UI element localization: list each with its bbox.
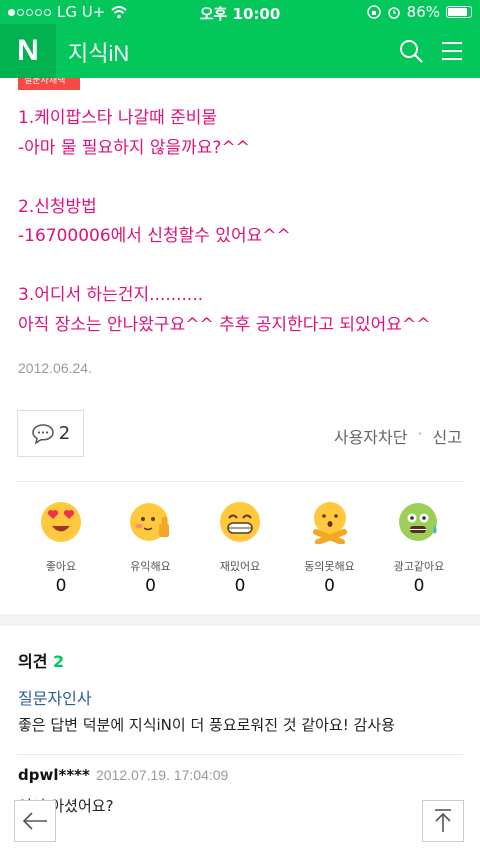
answer-line: 3.어디서 하는건지.......... <box>18 285 204 305</box>
status-bar: LG U+ 오후 10:00 86% <box>0 0 480 24</box>
battery-percent: 86% <box>406 3 440 21</box>
arrow-left-icon <box>22 812 47 830</box>
reaction-fun[interactable]: 재밌어요 0 <box>204 500 276 596</box>
action-separator: · <box>417 424 423 443</box>
reaction-count: 0 <box>324 576 335 596</box>
answer-line: 2.신청방법 <box>18 196 97 217</box>
back-button[interactable] <box>14 800 56 842</box>
answer-line: -16700006에서 신청할수 있어요^^ <box>18 226 291 246</box>
reaction-disagree[interactable]: 동의못해요 0 <box>294 500 366 596</box>
reaction-label: 유익해요 <box>130 560 171 573</box>
reaction-ad[interactable]: 광고같아요 0 <box>383 500 455 596</box>
block-user-link[interactable]: 사용자차단 <box>334 424 408 448</box>
thumbs-up-icon <box>129 503 169 541</box>
comment-timestamp: 2012.07.19. 17:04:09 <box>96 767 229 783</box>
answer-date: 2012.06.24. <box>18 360 92 376</box>
grin-icon <box>220 502 260 542</box>
reaction-count: 0 <box>234 576 246 596</box>
opinion-author[interactable]: 질문자인사 <box>18 685 92 709</box>
reaction-bar: 좋아요 0 유익해요 0 재밌어요 0 동의못해요 0 광고같아요 0 <box>17 500 463 596</box>
answer-body: 1.케이팝스타 나갈때 준비물 -아마 물 필요하지 않을까요?^^ 2.신청방… <box>18 104 468 340</box>
answer-line <box>18 163 468 193</box>
answer-line: 1.케이팝스타 나갈때 준비물 <box>18 108 218 128</box>
divider <box>17 481 463 482</box>
comment-button[interactable]: 2 <box>17 410 84 457</box>
speech-bubble-icon <box>32 423 54 445</box>
comment-author[interactable]: dpwl**** <box>18 766 90 784</box>
reaction-count: 0 <box>145 576 156 596</box>
reaction-count: 0 <box>55 576 67 596</box>
alarm-icon <box>387 7 400 19</box>
rotation-lock-icon <box>366 5 381 19</box>
answer-line <box>18 252 468 282</box>
answer-line: -아마 물 필요하지 않을까요?^^ <box>18 137 250 158</box>
scroll-to-top-icon <box>435 809 451 832</box>
reaction-label: 재밌어요 <box>219 560 261 573</box>
sick-face-icon <box>399 503 437 541</box>
report-link[interactable]: 신고 <box>433 424 462 448</box>
opinions-heading: 의견 2 <box>18 648 64 672</box>
opinions-title: 의견 <box>18 652 48 671</box>
scroll-top-button[interactable] <box>422 800 464 842</box>
answer-actions: 사용자차단 · 신고 <box>334 424 462 448</box>
reaction-label: 동의못해요 <box>304 560 355 573</box>
reaction-label: 광고같아요 <box>393 560 445 573</box>
answer-line: 아직 장소는 안나왔구요^^ 추후 공지한다고 되있어요^^ <box>18 314 431 335</box>
reaction-like[interactable]: 좋아요 0 <box>25 500 97 596</box>
opinions-count: 2 <box>53 652 65 671</box>
search-icon[interactable] <box>398 38 424 64</box>
opinion-text: 좋은 답변 덕분에 지식iN이 더 풍요로워진 것 같아요! 감사용 <box>18 716 395 734</box>
selected-answer-badge: 질문자채택 <box>18 78 80 90</box>
page-title[interactable]: 지식iN <box>68 36 129 68</box>
comment-count: 2 <box>58 423 71 444</box>
heart-eyes-icon <box>41 502 81 542</box>
status-right: 86% <box>366 3 472 21</box>
battery-icon <box>446 6 472 18</box>
reaction-count: 0 <box>413 576 425 596</box>
arms-crossed-icon <box>312 502 347 545</box>
reaction-label: 좋아요 <box>45 560 77 573</box>
section-separator <box>0 614 480 626</box>
naver-logo[interactable]: N <box>0 24 56 78</box>
reaction-useful[interactable]: 유익해요 0 <box>115 500 187 596</box>
app-header: N 지식iN <box>0 24 480 78</box>
menu-icon[interactable] <box>440 38 464 64</box>
divider <box>17 754 463 755</box>
